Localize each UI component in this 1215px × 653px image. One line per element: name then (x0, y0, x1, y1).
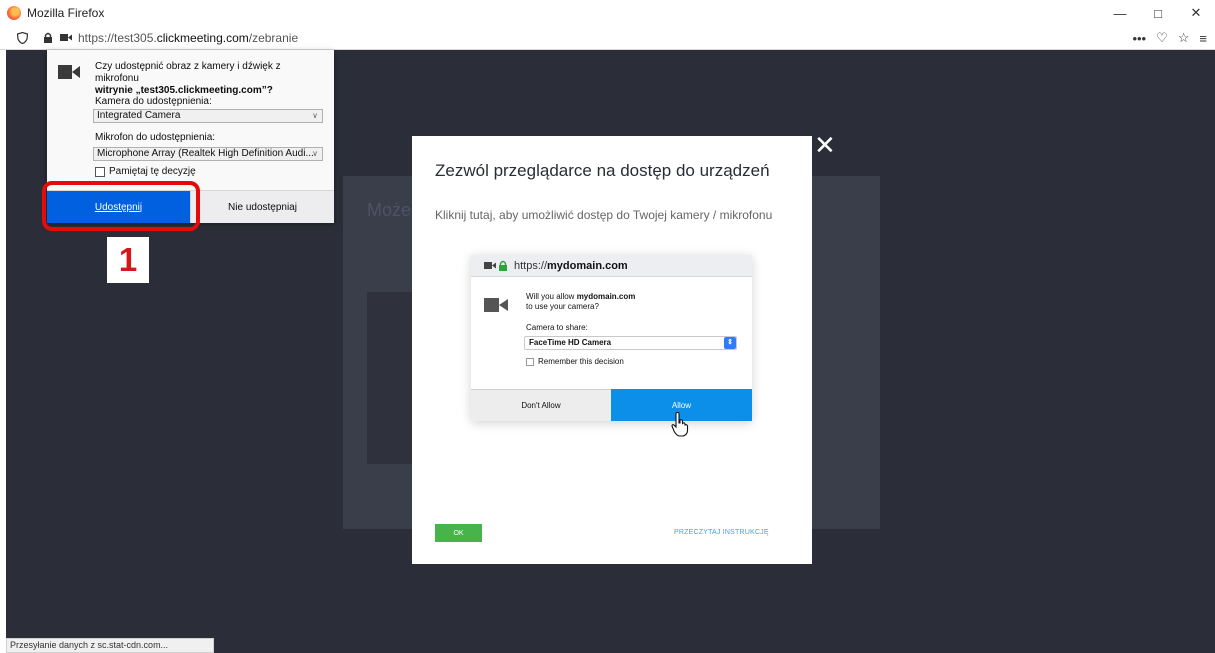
example-body: Will you allow mydomain.com to use your … (471, 279, 752, 387)
camera-icon (484, 262, 496, 269)
bookmark-star-icon[interactable]: ☆ (1178, 30, 1190, 46)
example-camera-select: FaceTime HD Camera ⇕ (524, 336, 737, 350)
hamburger-menu-icon[interactable]: ≡ (1199, 31, 1207, 46)
window-title: Mozilla Firefox (27, 6, 105, 20)
camera-icon (58, 65, 80, 79)
example-dont-allow-button: Don't Allow (471, 389, 611, 421)
example-permission-dialog: https://mydomain.com Will you allow mydo… (471, 255, 752, 421)
access-modal: Zezwól przeglądarce na dostęp do urządze… (412, 136, 812, 564)
hand-cursor-icon (671, 411, 689, 437)
camera-select[interactable]: Integrated Camera ∨ (93, 109, 323, 123)
url-field[interactable]: https://test305.clickmeeting.com/zebrani… (78, 31, 298, 45)
checkbox-box[interactable] (95, 166, 105, 177)
background-title: Może (367, 200, 412, 220)
highlight-annotation (42, 181, 200, 231)
background-preview (367, 292, 415, 464)
modal-title: Zezwól przeglądarce na dostęp do urządze… (435, 161, 770, 180)
checkbox-box (526, 357, 534, 366)
navigation-bar: https://test305.clickmeeting.com/zebrani… (0, 26, 1215, 50)
chevron-down-icon: ∨ (312, 149, 318, 158)
chevron-down-icon: ∨ (312, 111, 318, 120)
window-titlebar: Mozilla Firefox — □ ✕ (0, 0, 1215, 26)
permission-message: Czy udostępnić obraz z kamery i dźwięk z… (95, 61, 281, 96)
camera-icon (484, 298, 508, 312)
camera-permission-icon[interactable] (58, 30, 74, 46)
step-number-badge: 1 (107, 237, 149, 283)
dont-share-button[interactable]: Nie udostępniaj (190, 191, 334, 223)
tracking-shield-icon[interactable] (14, 30, 30, 46)
close-window-button[interactable]: ✕ (1177, 0, 1215, 26)
example-url: https://mydomain.com (514, 259, 628, 272)
read-instructions-link[interactable]: PRZECZYTAJ INSTRUKCJĘ (674, 529, 769, 536)
modal-subtitle[interactable]: Kliknij tutaj, aby umożliwić dostęp do T… (435, 208, 772, 222)
ok-button[interactable]: OK (435, 524, 482, 542)
remember-checkbox[interactable]: Pamiętaj tę decyzję (95, 166, 196, 177)
lock-icon (499, 260, 507, 271)
modal-close-button[interactable]: ✕ (814, 130, 836, 161)
example-remember-checkbox: Remember this decision (526, 357, 624, 366)
restore-button[interactable]: □ (1139, 0, 1177, 26)
example-urlbar: https://mydomain.com (471, 255, 752, 277)
microphone-label: Mikrofon do udostępnienia: (95, 132, 216, 143)
lock-icon[interactable] (40, 30, 56, 46)
camera-label: Kamera do udostępnienia: (95, 96, 212, 107)
toolbar-right: ••• ♡ ☆ ≡ (1132, 26, 1207, 50)
microphone-select[interactable]: Microphone Array (Realtek High Definitio… (93, 147, 323, 161)
example-question: Will you allow mydomain.com to use your … (526, 292, 636, 311)
page-actions-icon[interactable]: ••• (1132, 31, 1146, 46)
window-controls: — □ ✕ (1101, 0, 1215, 26)
minimize-button[interactable]: — (1101, 0, 1139, 26)
stepper-icon: ⇕ (724, 337, 736, 349)
pocket-icon[interactable]: ♡ (1156, 30, 1168, 46)
firefox-logo-icon (7, 6, 21, 20)
status-bar: Przesyłanie danych z sc.stat-cdn.com... (6, 638, 214, 653)
example-camera-label: Camera to share: (526, 323, 588, 332)
example-buttons: Don't Allow Allow (471, 389, 752, 421)
